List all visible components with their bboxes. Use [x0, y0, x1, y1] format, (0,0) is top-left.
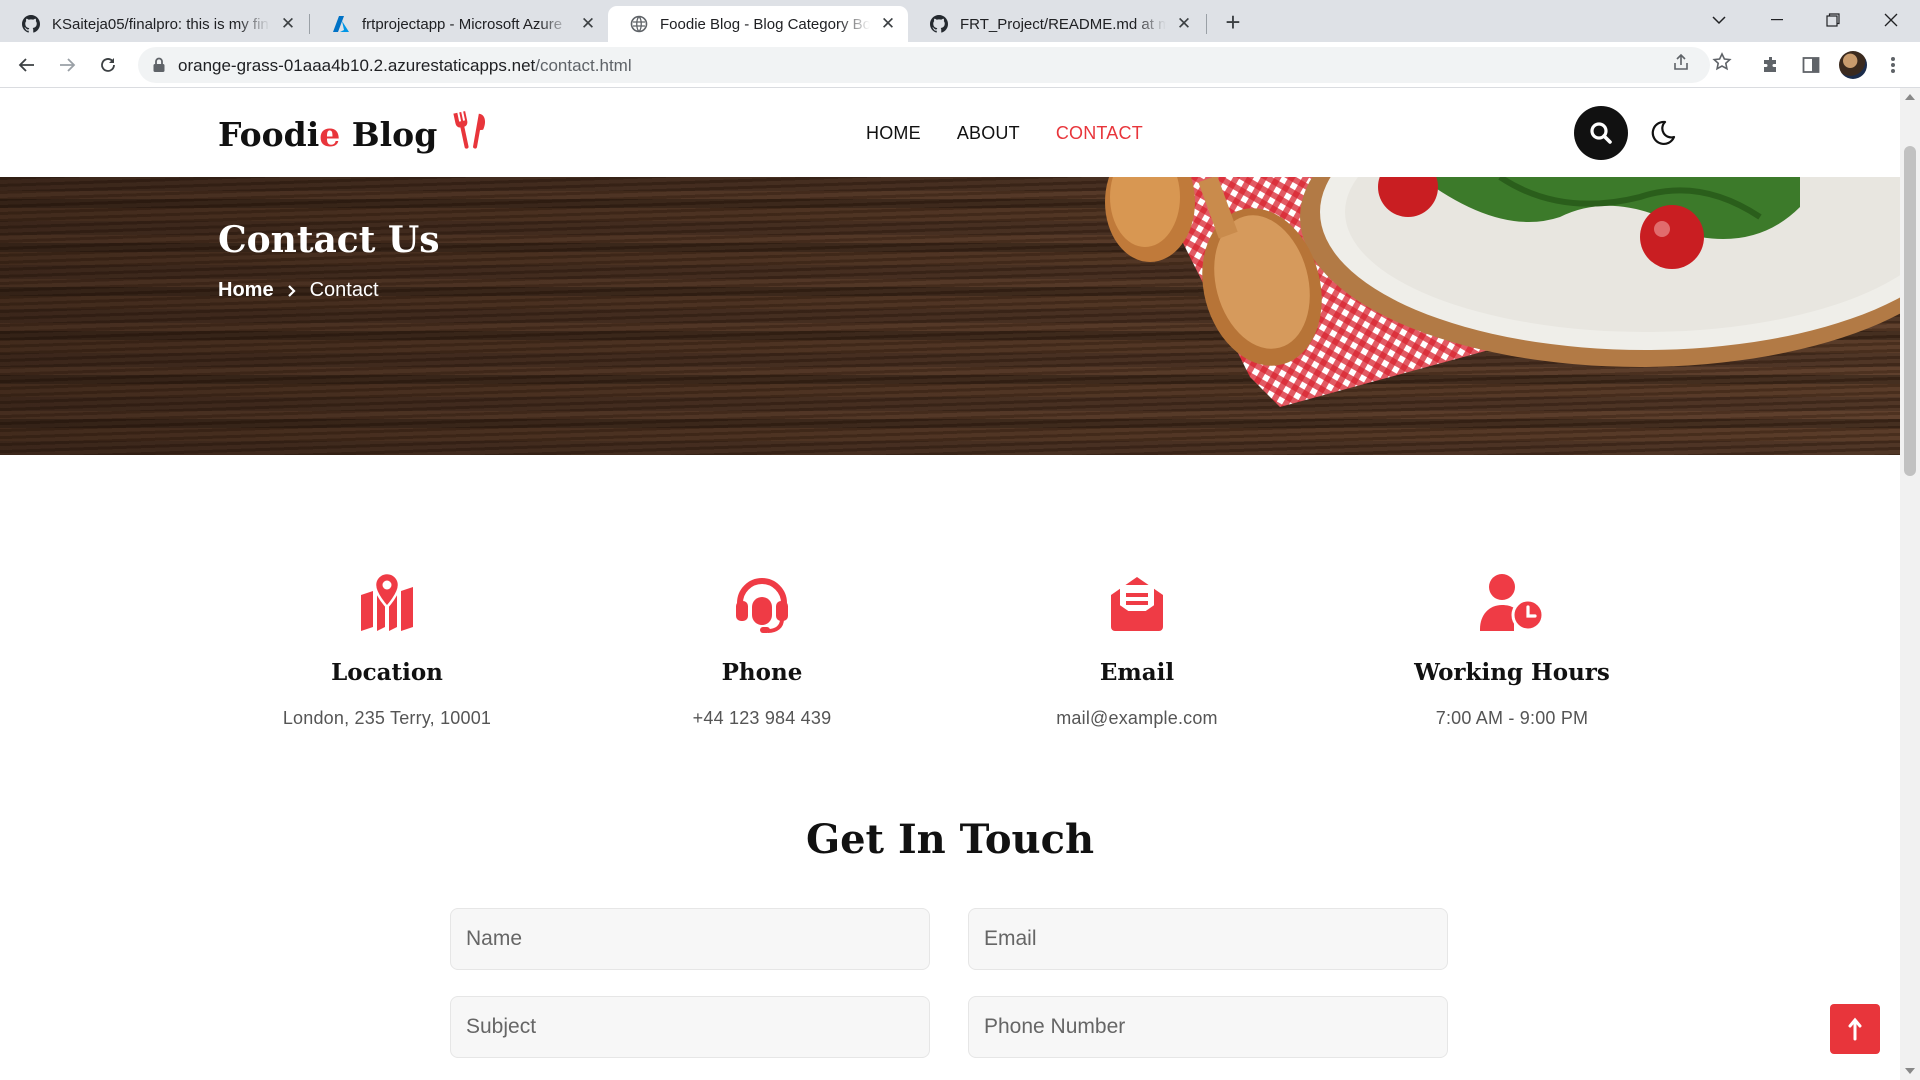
side-panel-icon[interactable] [1798, 52, 1824, 78]
nav-about[interactable]: ABOUT [957, 123, 1020, 144]
map-location-icon [237, 573, 537, 633]
github-icon [22, 15, 40, 33]
page-scrollbar[interactable] [1900, 88, 1920, 1080]
search-button[interactable] [1574, 106, 1628, 160]
phone-number-field[interactable] [968, 996, 1448, 1058]
breadcrumb-current: Contact [309, 279, 379, 301]
browser-menu-icon[interactable] [1880, 52, 1906, 78]
info-working-hours: Working Hours 7:00 AM - 9:00 PM [1362, 573, 1662, 729]
chevron-right-icon [287, 284, 296, 297]
browser-tab-bar: KSaiteja05/finalpro: this is my final pr… [0, 0, 1920, 42]
github-icon [930, 15, 948, 33]
address-bar[interactable]: orange-grass-01aaa4b10.2.azurestaticapps… [138, 47, 1710, 83]
new-tab-button[interactable]: + [1218, 8, 1248, 38]
close-window-button[interactable] [1868, 4, 1914, 36]
tab-title: KSaiteja05/finalpro: this is my final pr… [52, 15, 270, 33]
breadcrumb-home-link[interactable]: Home [218, 279, 274, 302]
page-banner: Contact Us Home Contact [0, 177, 1900, 455]
headset-icon [612, 573, 912, 633]
tab-title: FRT_Project/README.md at master [960, 15, 1166, 33]
globe-icon [630, 15, 648, 33]
close-icon[interactable]: ✕ [1174, 14, 1194, 34]
envelope-open-icon [987, 573, 1287, 633]
scroll-to-top-button[interactable] [1830, 1004, 1880, 1054]
info-title: Phone [721, 659, 803, 686]
forward-icon[interactable] [52, 50, 82, 80]
back-icon[interactable] [12, 50, 42, 80]
browser-tab-3-active[interactable]: Foodie Blog - Blog Category Book ✕ [608, 6, 908, 42]
contact-form-heading: Get In Touch [805, 816, 1095, 863]
nav-home[interactable]: HOME [866, 123, 921, 144]
close-icon[interactable]: ✕ [878, 14, 898, 34]
site-logo[interactable]: Foodie Blog [218, 110, 489, 154]
scrollbar-thumb[interactable] [1904, 146, 1916, 476]
azure-icon [332, 15, 350, 33]
info-location: Location London, 235 Terry, 10001 [237, 573, 537, 729]
web-page: Foodie Blog HOME ABOUT CONTACT Contact U… [0, 88, 1900, 1080]
nav-contact[interactable]: CONTACT [1056, 123, 1143, 144]
logo-text: Blog [340, 115, 438, 154]
tab-title: Foodie Blog - Blog Category Book [660, 15, 870, 33]
browser-tab-1[interactable]: KSaiteja05/finalpro: this is my final pr… [0, 6, 308, 42]
minimize-button[interactable] [1754, 4, 1800, 36]
breadcrumb: Home Contact [218, 279, 379, 302]
name-field[interactable] [450, 908, 930, 970]
subject-field[interactable] [450, 996, 930, 1058]
browser-tab-4[interactable]: FRT_Project/README.md at master ✕ [908, 6, 1204, 42]
tab-separator [1206, 14, 1207, 34]
email-field[interactable] [968, 908, 1448, 970]
tab-search-icon[interactable] [1696, 4, 1742, 36]
url-host: orange-grass-01aaa4b10.2.azurestaticapps… [178, 56, 536, 75]
site-header: Foodie Blog HOME ABOUT CONTACT [0, 88, 1900, 177]
user-clock-icon [1362, 573, 1662, 633]
share-icon[interactable] [1670, 51, 1692, 73]
browser-toolbar: orange-grass-01aaa4b10.2.azurestaticapps… [0, 42, 1920, 88]
info-title: Location [331, 659, 443, 686]
url-path: /contact.html [535, 56, 632, 75]
info-email: Email mail@example.com [987, 573, 1287, 729]
info-value: 7:00 AM - 9:00 PM [1435, 708, 1589, 728]
extensions-icon[interactable] [1758, 52, 1784, 78]
logo-accent-letter: e [319, 115, 341, 154]
info-value: mail@example.com [1056, 708, 1218, 728]
close-icon[interactable]: ✕ [278, 14, 298, 34]
search-icon [1590, 122, 1612, 144]
scroll-up-arrow-icon[interactable] [1905, 94, 1915, 100]
tab-title: frtprojectapp - Microsoft Azure [362, 15, 563, 33]
url-text: orange-grass-01aaa4b10.2.azurestaticapps… [178, 56, 632, 76]
info-value: London, 235 Terry, 10001 [282, 708, 492, 728]
reload-icon[interactable] [93, 50, 123, 80]
profile-avatar[interactable] [1839, 51, 1867, 79]
restore-button[interactable] [1810, 4, 1856, 36]
info-value: +44 123 984 439 [692, 708, 832, 728]
page-title: Contact Us [218, 219, 440, 261]
bookmark-star-icon[interactable] [1711, 51, 1733, 73]
fork-knife-icon [453, 111, 485, 149]
main-nav: HOME ABOUT CONTACT [866, 123, 1143, 144]
dark-mode-moon-icon[interactable] [1648, 119, 1676, 147]
arrow-up-icon [1848, 1017, 1862, 1041]
browser-tab-2[interactable]: frtprojectapp - Microsoft Azure ✕ [310, 6, 608, 42]
logo-text: Foodi [218, 115, 320, 154]
close-icon[interactable]: ✕ [578, 14, 598, 34]
info-phone: Phone +44 123 984 439 [612, 573, 912, 729]
info-title: Email [1099, 659, 1175, 686]
scroll-down-arrow-icon[interactable] [1905, 1068, 1915, 1074]
lock-icon[interactable] [152, 57, 166, 73]
info-title: Working Hours [1414, 659, 1610, 686]
